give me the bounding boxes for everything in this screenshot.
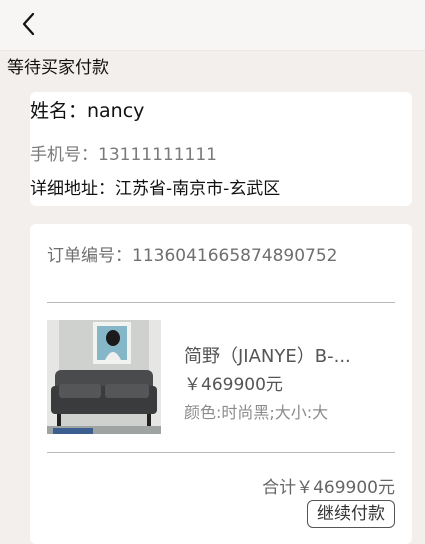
order-total: 合计￥469900元 bbox=[262, 478, 395, 498]
sofa-photo bbox=[47, 320, 161, 434]
continue-payment-button[interactable]: 继续付款 bbox=[307, 500, 395, 528]
product-price: ￥469900元 bbox=[184, 375, 283, 395]
order-status-title: 等待买家付款 bbox=[7, 58, 109, 78]
divider bbox=[47, 302, 395, 303]
recipient-name: 姓名：nancy bbox=[30, 100, 145, 122]
product-name[interactable]: 简野（JIANYE）B-... bbox=[184, 342, 384, 368]
top-navigation-bar bbox=[0, 0, 425, 51]
back-button[interactable] bbox=[14, 10, 42, 38]
recipient-phone: 手机号：13111111111 bbox=[30, 145, 217, 165]
chevron-left-icon bbox=[22, 12, 35, 36]
divider bbox=[47, 452, 395, 453]
product-image[interactable] bbox=[47, 320, 161, 434]
product-spec: 颜色:时尚黑;大小:大 bbox=[184, 403, 329, 422]
address-card: 姓名：nancy 手机号：13111111111 详细地址：江苏省-南京市-玄武… bbox=[30, 92, 412, 206]
order-number: 订单编号：1136041665874890752 bbox=[47, 246, 338, 266]
order-card: 订单编号：1136041665874890752 简野（JIANYE）B-...… bbox=[30, 224, 412, 544]
recipient-address: 详细地址：江苏省-南京市-玄武区 bbox=[30, 179, 281, 199]
